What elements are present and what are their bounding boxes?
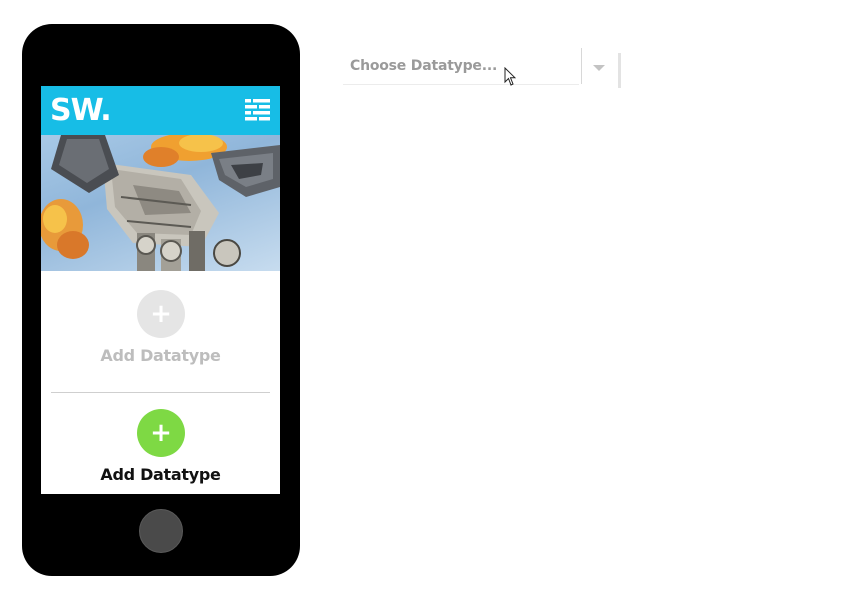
hero-banner bbox=[41, 135, 280, 271]
datatype-select[interactable]: Choose Datatype... bbox=[343, 48, 621, 88]
app-logo: SW. bbox=[50, 93, 112, 128]
phone-screen: SW. + Add Datatype + Add Datatype bbox=[41, 86, 280, 494]
datatype-select-placeholder[interactable]: Choose Datatype... bbox=[350, 58, 497, 74]
select-separator bbox=[581, 48, 582, 84]
add-datatype-disabled-button: + bbox=[137, 290, 185, 338]
add-datatype-active[interactable]: + Add Datatype bbox=[41, 393, 280, 494]
mouse-pointer-icon bbox=[504, 67, 516, 86]
plus-icon: + bbox=[150, 299, 172, 329]
select-underline bbox=[343, 84, 579, 85]
select-right-edge bbox=[618, 53, 621, 88]
at-at-walker-illustration bbox=[41, 135, 280, 271]
add-datatype-label[interactable]: Add Datatype bbox=[41, 465, 280, 484]
list-menu-icon[interactable] bbox=[245, 99, 270, 121]
add-datatype-disabled: + Add Datatype bbox=[41, 271, 280, 393]
canvas: SW. + Add Datatype + Add Datatype Choose… bbox=[0, 0, 850, 600]
phone-frame: SW. + Add Datatype + Add Datatype bbox=[22, 24, 300, 576]
caret-down-icon[interactable] bbox=[593, 65, 605, 71]
add-datatype-button[interactable]: + bbox=[137, 409, 185, 457]
app-header: SW. bbox=[41, 86, 280, 135]
plus-icon: + bbox=[150, 418, 172, 448]
add-datatype-disabled-label: Add Datatype bbox=[100, 346, 221, 365]
home-button[interactable] bbox=[139, 509, 183, 553]
